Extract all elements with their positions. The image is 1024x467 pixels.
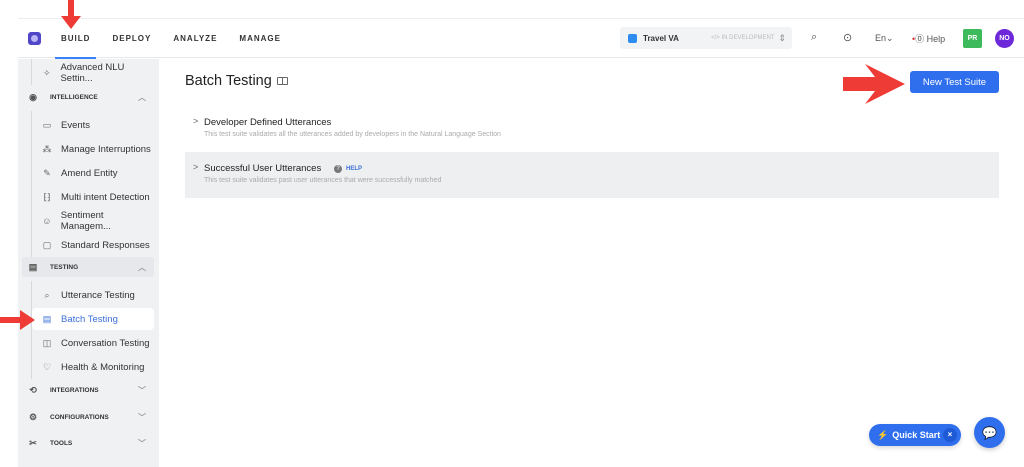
avatar-pr[interactable]: PR	[963, 29, 982, 48]
chevron-right-icon[interactable]: >	[193, 162, 198, 172]
test-suite-row[interactable]: > Developer Defined Utterances This test…	[185, 106, 999, 152]
heart-icon: ♡	[42, 361, 52, 372]
test-suite-row[interactable]: > Successful User Utterances ? HELP This…	[185, 152, 999, 198]
sparkle-icon: ✧	[42, 67, 51, 78]
sidebar-item-batch-testing[interactable]: ▤ Batch Testing	[32, 308, 154, 330]
help-icon[interactable]: ?	[334, 165, 342, 173]
new-test-suite-button[interactable]: New Test Suite	[910, 71, 999, 93]
suite-description: This test suite validates past user utte…	[204, 177, 442, 184]
section-intelligence[interactable]: ◉ INTELLIGENCE ︿	[22, 87, 154, 107]
search-icon: ⌕	[44, 289, 50, 300]
help-button[interactable]: •⓪ Help	[912, 32, 945, 45]
sidebar-item-utterance-testing[interactable]: ⌕ Utterance Testing	[32, 284, 154, 306]
page-title: Batch Testing	[185, 73, 272, 89]
app-icon	[628, 33, 637, 43]
intelligence-icon: ◉	[29, 91, 37, 102]
help-link[interactable]: HELP	[346, 166, 362, 172]
sidebar-item-multi-intent[interactable]: ⁅⁆ Multi intent Detection	[32, 186, 154, 208]
annotation-arrow-right	[0, 310, 35, 330]
section-tools[interactable]: ✂ TOOLS ﹀	[22, 433, 154, 453]
search-icon[interactable]: ⌕	[811, 31, 817, 44]
calendar-icon: ▭	[42, 119, 52, 130]
section-configurations[interactable]: ⚙ CONFIGURATIONS ﹀	[22, 407, 154, 427]
gear-icon: ⚙	[28, 411, 38, 422]
quick-start-button[interactable]: ⚡ Quick Start ×	[869, 424, 961, 446]
app-selector[interactable]: Travel VA </> IN DEVELOPMENT ⇕	[620, 27, 792, 49]
chevron-down-icon: ﹀	[138, 438, 146, 448]
section-integrations[interactable]: ⟲ INTEGRATIONS ﹀	[22, 380, 154, 400]
help-icon: •	[912, 34, 916, 44]
tab-deploy[interactable]: DEPLOY	[112, 19, 151, 58]
integrations-icon: ⟲	[29, 384, 37, 395]
close-icon[interactable]: ×	[943, 428, 957, 442]
clipboard-icon: ▤	[42, 313, 52, 324]
chevron-up-icon: ︿	[138, 262, 146, 272]
sidebar-item-manage-interruptions[interactable]: ⁂ Manage Interruptions	[32, 138, 154, 160]
annotation-arrow-right	[843, 64, 905, 104]
sidebar-item-health-monitoring[interactable]: ♡ Health & Monitoring	[32, 356, 154, 378]
suite-name: Successful User Utterances	[204, 163, 322, 174]
bracket-icon: ⁅⁆	[43, 191, 51, 202]
sidebar-item-events[interactable]: ▭ Events	[32, 114, 154, 136]
sidebar-item-amend-entity[interactable]: ✎ Amend Entity	[32, 162, 154, 184]
app-name: Travel VA	[643, 33, 679, 43]
smiley-icon: ☺	[42, 216, 52, 226]
clipboard-icon: ▤	[28, 261, 38, 272]
chevron-down-icon: ﹀	[138, 385, 146, 395]
sidebar: ✧ Advanced NLU Settin... ◉ INTELLIGENCE ︿ ▭…	[18, 59, 159, 467]
tools-icon: ✂	[29, 437, 37, 448]
sidebar-item-conversation-testing[interactable]: ◫ Conversation Testing	[32, 332, 154, 354]
language-select[interactable]: En⌄	[875, 33, 894, 44]
edit-icon: ✎	[43, 167, 51, 178]
top-nav: BUILD DEPLOY ANALYZE MANAGE Travel VA </…	[18, 19, 1024, 59]
app-status: </> IN DEVELOPMENT	[711, 35, 775, 41]
chat-icon: ◫	[42, 337, 52, 348]
chevron-up-icon: ︿	[138, 92, 146, 102]
tab-analyze[interactable]: ANALYZE	[173, 19, 217, 58]
chevron-down-icon: ﹀	[138, 412, 146, 422]
suite-name: Developer Defined Utterances	[204, 117, 332, 128]
chevron-right-icon[interactable]: >	[193, 116, 198, 126]
annotation-arrow-down	[61, 0, 81, 29]
chat-icon: 💬	[982, 425, 997, 440]
message-icon: ▢	[42, 239, 52, 250]
interrupt-icon: ⁂	[42, 143, 52, 154]
suite-description: This test suite validates all the uttera…	[204, 131, 501, 138]
section-testing[interactable]: ▤ TESTING ︿	[22, 257, 154, 277]
sidebar-item-sentiment[interactable]: ☺ Sentiment Managem...	[32, 210, 154, 232]
avatar-no[interactable]: NO	[995, 29, 1014, 48]
tab-manage[interactable]: MANAGE	[239, 19, 281, 58]
app-logo[interactable]	[28, 31, 41, 45]
chevron-updown-icon: ⇕	[778, 32, 786, 43]
bolt-icon: ⚡	[877, 429, 889, 440]
sidebar-item-advanced-nlu[interactable]: ✧ Advanced NLU Settin...	[32, 62, 154, 84]
chat-button[interactable]: 💬	[974, 417, 1005, 448]
sidebar-item-standard-responses[interactable]: ▢ Standard Responses	[32, 234, 154, 256]
book-icon[interactable]	[277, 77, 288, 85]
record-icon[interactable]: ⊙	[843, 31, 852, 44]
